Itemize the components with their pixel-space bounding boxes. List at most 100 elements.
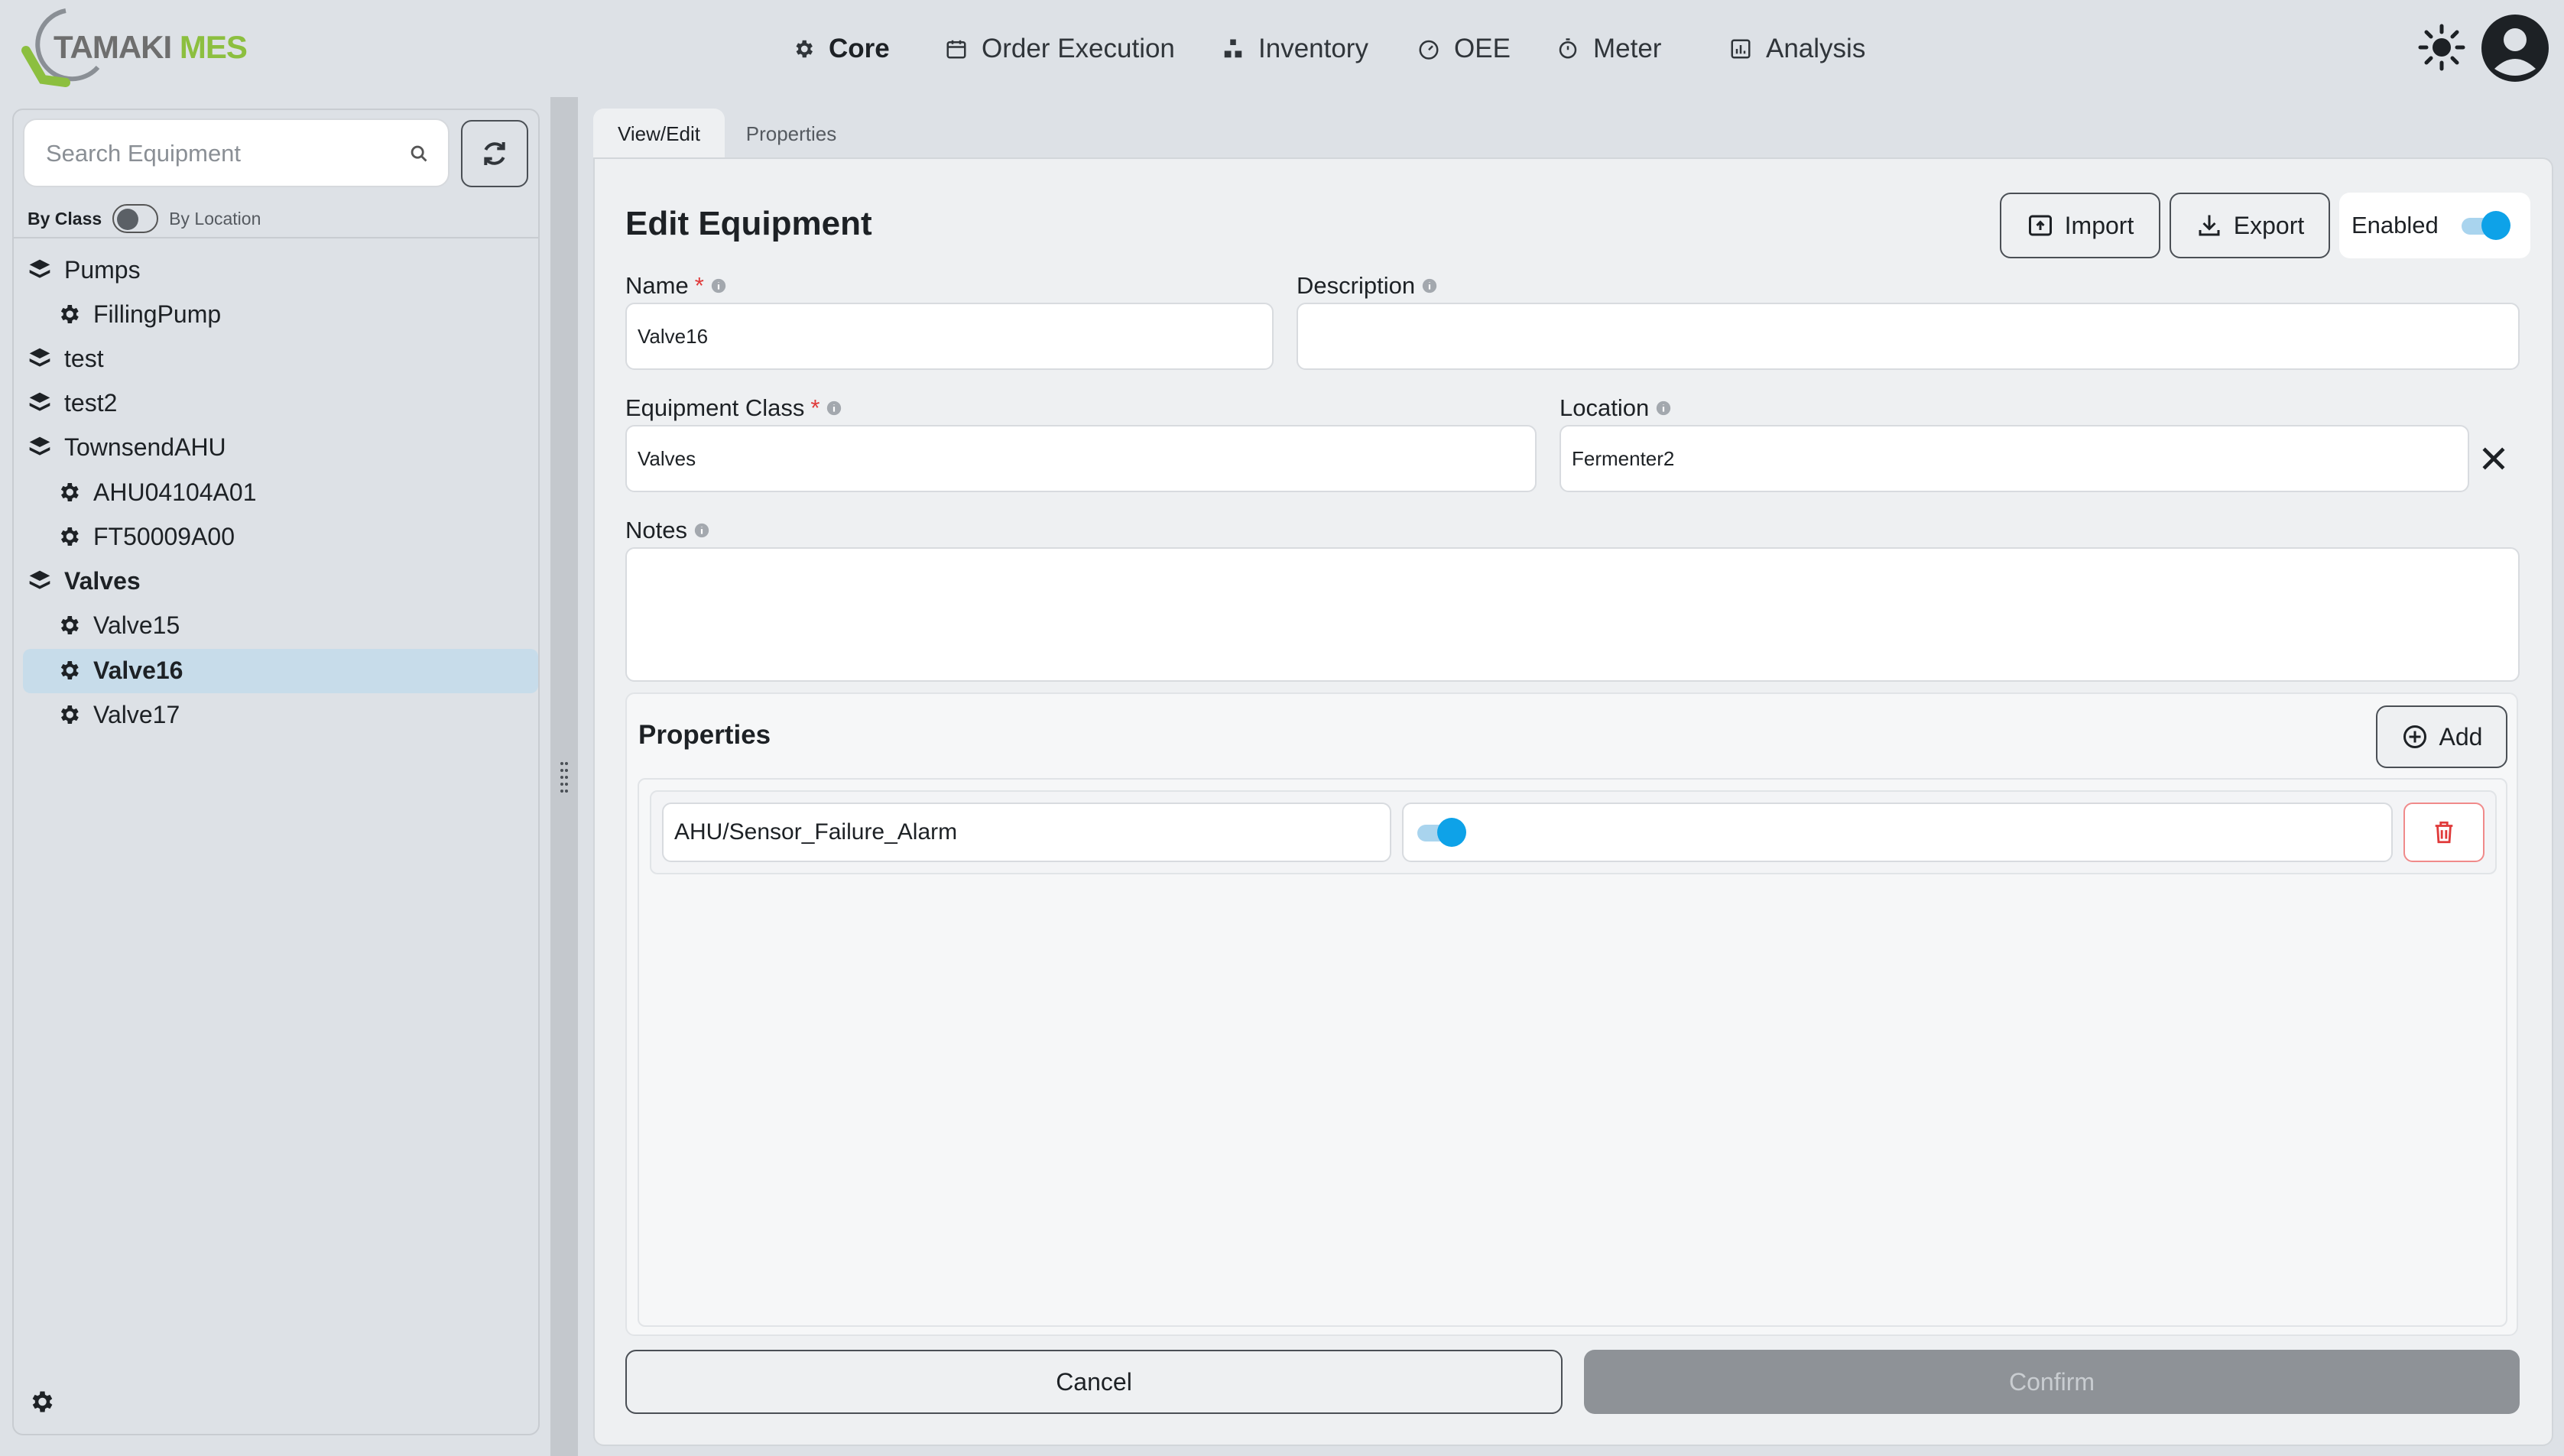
required-mark: * — [810, 394, 820, 421]
gear-icon — [796, 40, 813, 58]
name-label-text: Name — [625, 272, 689, 299]
info-icon[interactable] — [826, 400, 842, 417]
gauge-icon — [1419, 40, 1439, 60]
import-label: Import — [2064, 211, 2134, 239]
group-by-toggle[interactable] — [112, 204, 159, 233]
property-name-field[interactable]: AHU/Sensor_Failure_Alarm — [662, 803, 1391, 862]
tree-item-label: FT50009A00 — [93, 522, 235, 550]
add-property-button[interactable]: Add — [2376, 705, 2507, 768]
nav-oee[interactable]: OEE — [1417, 29, 1511, 69]
chart-icon — [1731, 39, 1751, 59]
location-field[interactable]: Fermenter2 — [1559, 425, 2469, 492]
export-button[interactable]: Export — [2170, 193, 2330, 258]
app-logo[interactable]: TAMAKI MES — [20, 3, 248, 93]
gear-icon — [60, 305, 79, 323]
equipment-class-field[interactable]: Valves — [625, 425, 1537, 492]
gear-icon — [60, 527, 79, 546]
nav-order-execution-label: Order Execution — [982, 34, 1175, 63]
calendar-icon — [946, 40, 966, 59]
clear-location-close-icon[interactable] — [2477, 442, 2510, 475]
confirm-button[interactable]: Confirm — [1584, 1350, 2520, 1414]
tree-item-label: TownsendAHU — [64, 433, 226, 461]
cancel-label: Cancel — [1056, 1367, 1132, 1396]
search-box — [23, 118, 450, 187]
sun-icon[interactable] — [2417, 23, 2466, 72]
tree-item-label: test — [64, 344, 104, 372]
import-button[interactable]: Import — [2000, 193, 2160, 258]
nav-analysis[interactable]: Analysis — [1729, 29, 1865, 69]
settings-gear-icon[interactable] — [28, 1388, 55, 1415]
logo-text-part1: TAMAKI — [54, 29, 172, 65]
info-icon[interactable] — [1655, 400, 1672, 417]
enabled-control: Enabled — [2339, 193, 2530, 258]
properties-title: Properties — [638, 720, 771, 750]
property-value-field — [1402, 803, 2393, 862]
download-icon — [2199, 215, 2220, 236]
confirm-label: Confirm — [2008, 1367, 2095, 1396]
search-input[interactable] — [46, 135, 398, 172]
page-title: Edit Equipment — [625, 205, 872, 242]
tab-properties[interactable]: Properties — [734, 109, 849, 159]
gear-icon — [60, 705, 79, 724]
gear-icon — [60, 661, 79, 679]
tree-item-label: Pumps — [64, 255, 141, 284]
layers-icon — [29, 259, 50, 278]
tree-equipment-valve15[interactable]: Valve15 — [57, 604, 180, 647]
gear-icon — [60, 616, 79, 634]
tab-view-edit[interactable]: View/Edit — [593, 109, 725, 159]
tree-class-test[interactable]: test — [28, 337, 104, 380]
notes-label-text: Notes — [625, 517, 687, 543]
class-field-label: Equipment Class * — [625, 394, 842, 422]
name-value: Valve16 — [638, 324, 709, 348]
layers-icon — [29, 348, 50, 367]
tree-class-townsendahu[interactable]: TownsendAHU — [28, 426, 226, 469]
tree-item-label: Valves — [64, 566, 141, 595]
name-field[interactable]: Valve16 — [625, 303, 1274, 370]
property-value-toggle[interactable] — [1416, 817, 1466, 848]
nav-core[interactable]: Core — [792, 29, 890, 69]
nav-order-execution[interactable]: Order Execution — [945, 29, 1175, 69]
description-label-text: Description — [1297, 272, 1416, 299]
by-class-label: By Class — [28, 208, 102, 229]
tree-class-valves[interactable]: Valves — [28, 559, 141, 602]
add-label: Add — [2439, 722, 2483, 751]
tree-item-label: FillingPump — [93, 300, 222, 328]
tree-item-label: AHU04104A01 — [93, 478, 257, 506]
tree-equipment-ft50009a00[interactable]: FT50009A00 — [57, 515, 235, 558]
notes-textarea[interactable] — [625, 547, 2520, 682]
tree-item-label: Valve15 — [93, 611, 180, 639]
description-field[interactable] — [1297, 303, 2520, 370]
cancel-button[interactable]: Cancel — [625, 1350, 1563, 1414]
tree-class-pumps[interactable]: Pumps — [28, 248, 141, 291]
class-label-text: Equipment Class — [625, 394, 805, 421]
tree-equipment-ahu04104a01[interactable]: AHU04104A01 — [57, 471, 256, 514]
info-icon[interactable] — [1421, 277, 1438, 294]
tree-class-test2[interactable]: test2 — [28, 381, 117, 424]
gear-icon — [60, 483, 79, 501]
by-location-label: By Location — [169, 208, 261, 229]
nav-meter[interactable]: Meter — [1556, 29, 1661, 69]
enabled-label: Enabled — [2351, 212, 2439, 238]
refresh-icon — [484, 142, 505, 165]
drag-handle-icon[interactable] — [559, 760, 570, 796]
nav-inventory[interactable]: Inventory — [1222, 29, 1368, 69]
enabled-toggle[interactable] — [2460, 210, 2510, 241]
info-icon[interactable] — [693, 522, 710, 539]
tree-equipment-valve16[interactable]: Valve16 — [57, 649, 183, 692]
trash-icon — [2435, 821, 2453, 844]
info-icon[interactable] — [710, 277, 727, 294]
required-mark: * — [694, 272, 704, 299]
nav-oee-label: OEE — [1454, 34, 1511, 63]
nav-meter-label: Meter — [1593, 34, 1662, 63]
property-name-value: AHU/Sensor_Failure_Alarm — [674, 819, 958, 845]
layers-icon — [29, 392, 50, 411]
boxes-icon — [1224, 39, 1242, 58]
delete-property-button[interactable] — [2403, 803, 2484, 862]
user-avatar-icon[interactable] — [2481, 14, 2549, 83]
notes-field-label: Notes — [625, 517, 710, 544]
tree-equipment-valve17[interactable]: Valve17 — [57, 693, 180, 736]
refresh-button[interactable] — [461, 120, 528, 187]
tree-equipment-fillingpump[interactable]: FillingPump — [57, 293, 221, 336]
search-icon[interactable] — [407, 141, 433, 167]
location-value: Fermenter2 — [1572, 446, 1675, 470]
